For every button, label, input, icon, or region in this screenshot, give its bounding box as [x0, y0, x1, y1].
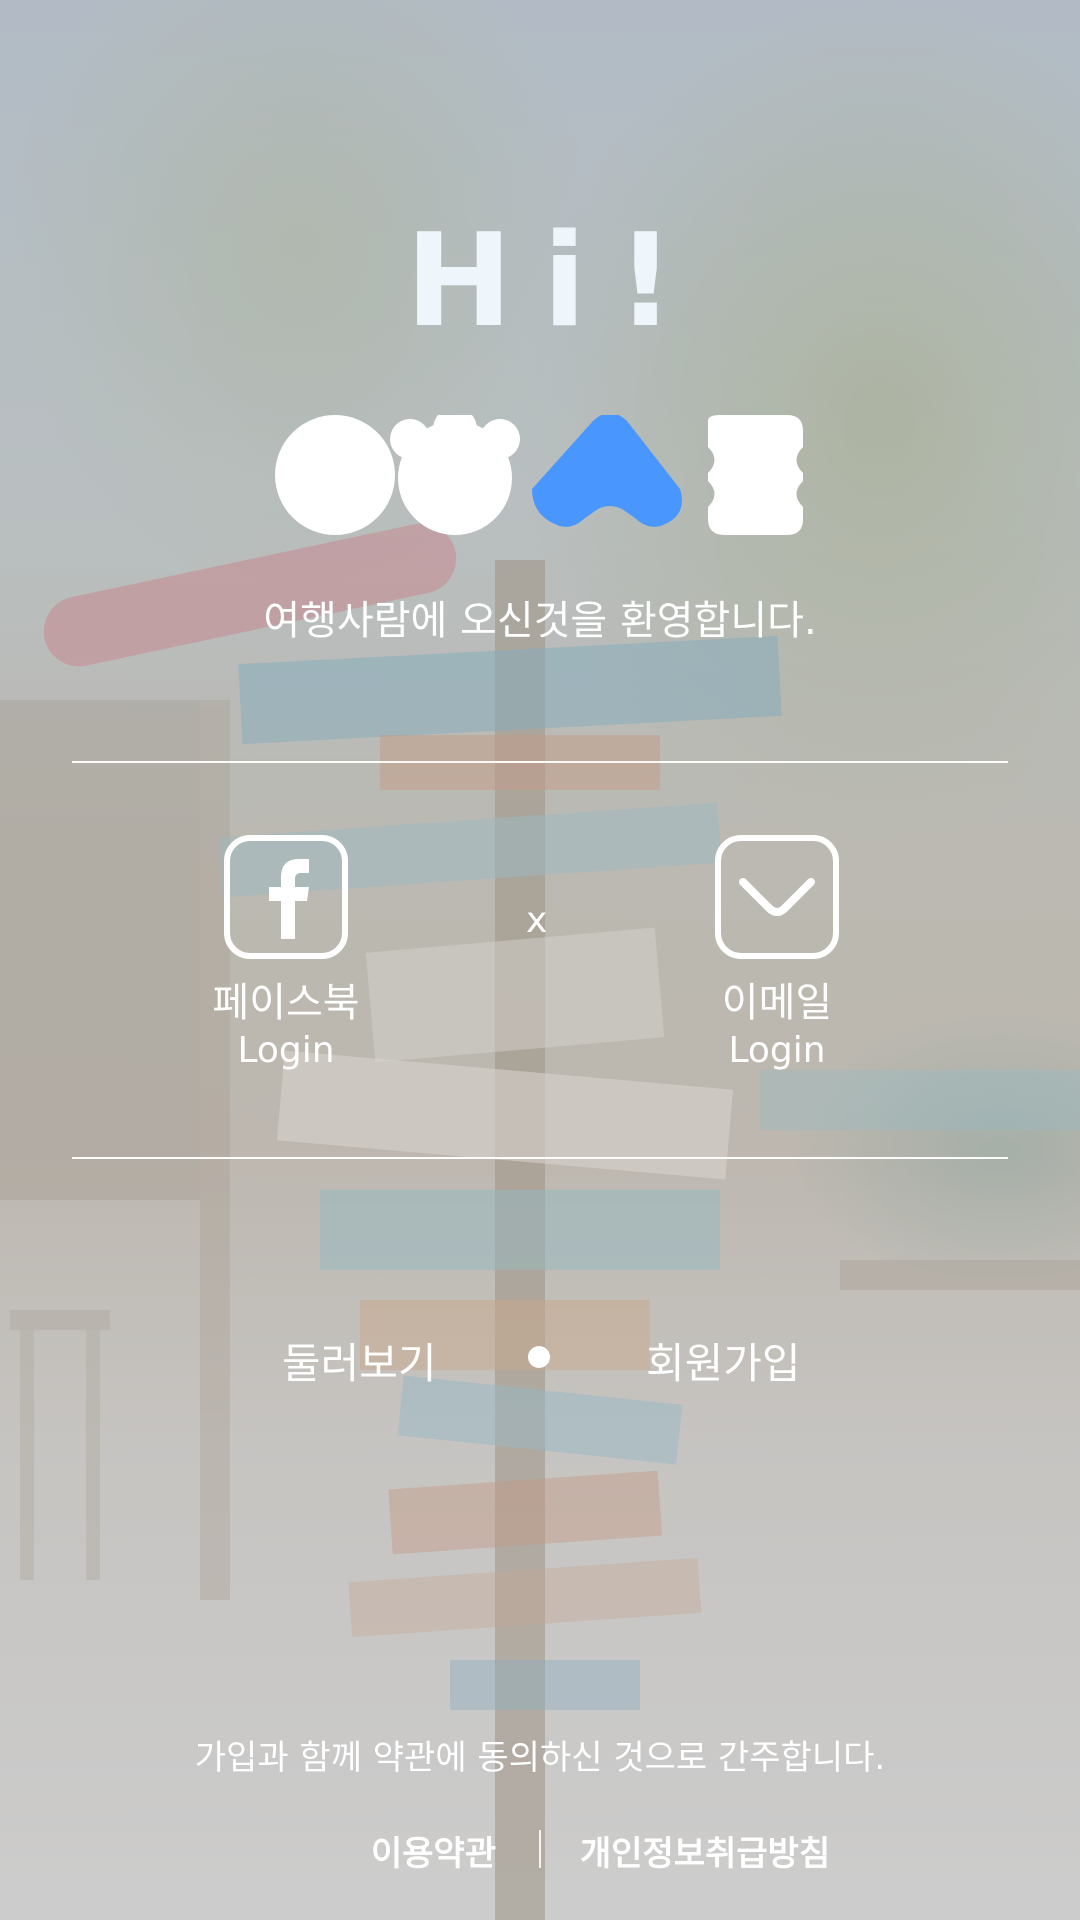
facebook-icon[interactable] [224, 835, 348, 959]
login-screen: Hi! 여행사람에 오신것을 환영합니다. 페이스북 Login x 이메일 L… [0, 0, 1080, 1920]
login-separator: x [526, 900, 548, 941]
bottom-divider [72, 1157, 1008, 1159]
logo-wave-square-shape [708, 415, 803, 535]
top-divider [72, 761, 1008, 763]
email-login-button[interactable]: 이메일 Login [657, 835, 897, 1071]
app-logo [275, 415, 803, 535]
email-chevron-glyph [739, 878, 815, 916]
terms-link[interactable]: 이용약관 [371, 1826, 496, 1875]
email-login-label: 이메일 [721, 980, 833, 1026]
facebook-login-sublabel: Login [237, 1030, 335, 1071]
signup-link[interactable]: 회원가입 [646, 1330, 801, 1391]
facebook-login-label: 페이스북 [212, 980, 360, 1026]
welcome-message: 여행사람에 오신것을 환영합니다. [263, 598, 817, 644]
nav-separator-dot [528, 1346, 550, 1368]
browse-link[interactable]: 둘러보기 [282, 1330, 437, 1391]
logo-circle-shape [275, 415, 395, 535]
email-login-sublabel: Login [728, 1030, 826, 1071]
legal-separator [539, 1830, 541, 1868]
facebook-f-glyph [269, 859, 309, 939]
terms-notice: 가입과 함께 약관에 동의하신 것으로 간주합니다. [194, 1738, 886, 1778]
logo-triangle-shape [532, 415, 682, 527]
privacy-policy-link[interactable]: 개인정보취급방침 [580, 1826, 830, 1875]
greeting-title: Hi! [405, 207, 705, 356]
logo-bear-shape [390, 415, 520, 535]
facebook-login-button[interactable]: 페이스북 Login [166, 835, 406, 1071]
email-icon[interactable] [715, 835, 839, 959]
